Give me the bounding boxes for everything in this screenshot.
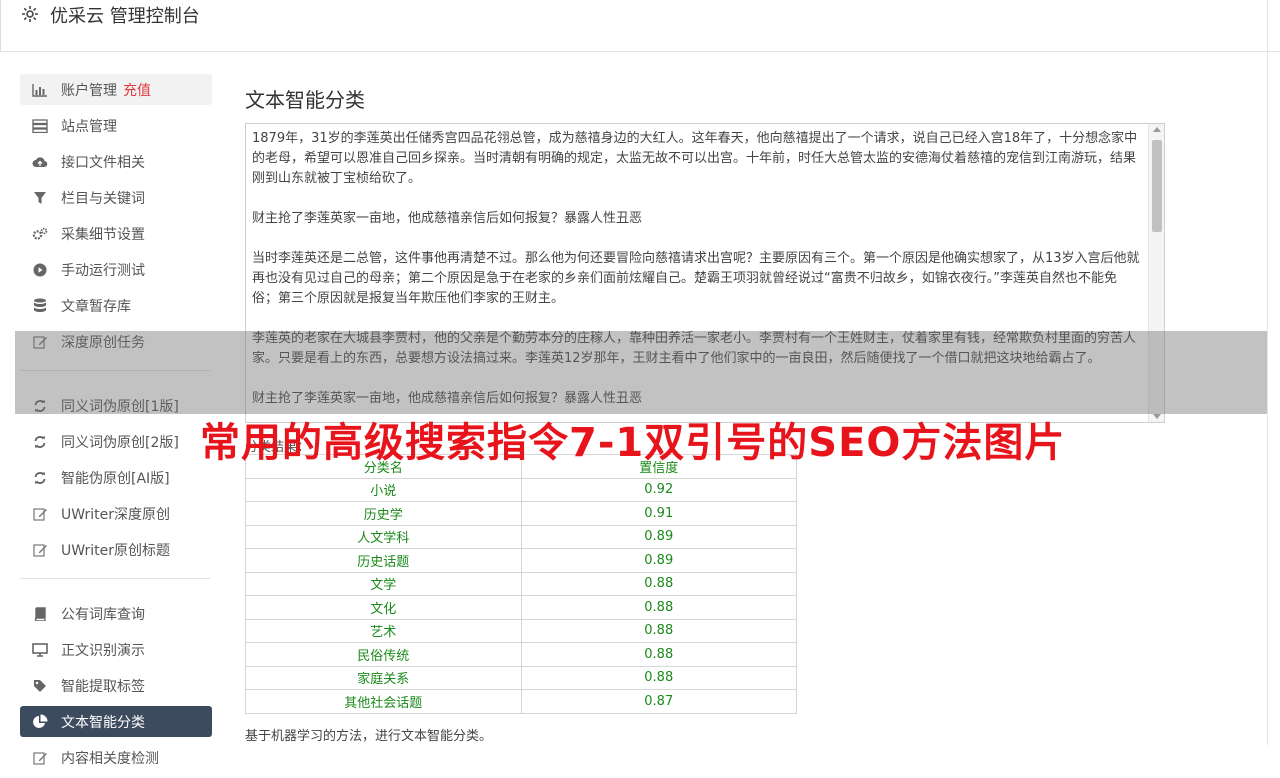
sidebar-item-label: 采集细节设置 <box>61 226 145 243</box>
edit-icon <box>32 750 48 766</box>
confidence-cell: 0.89 <box>520 548 797 573</box>
table-row: 民俗传统 0.88 <box>245 642 797 667</box>
sidebar-item-label: 文章暂存库 <box>61 298 131 315</box>
recharge-link[interactable]: 充值 <box>123 80 151 100</box>
sidebar-item-ai-rewrite[interactable]: 智能伪原创[AI版] <box>20 462 212 493</box>
refresh-icon <box>32 434 48 450</box>
sidebar-item-label: 接口文件相关 <box>61 154 145 171</box>
sidebar-item-label: 站点管理 <box>61 118 117 135</box>
text-paragraph: 1879年，31岁的李莲英出任储秀宫四品花翎总管，成为慈禧身边的大红人。这年春天… <box>252 131 1138 186</box>
server-icon <box>32 118 48 134</box>
confidence-cell: 0.88 <box>520 595 797 620</box>
confidence-cell: 0.89 <box>520 524 797 549</box>
sidebar-item-public-lexicon[interactable]: 公有词库查询 <box>20 598 212 629</box>
app-title: 优采云 管理控制台 <box>50 6 200 27</box>
category-cell: 历史话题 <box>245 548 522 573</box>
refresh-icon <box>32 470 48 486</box>
sidebar-item-label: 公有词库查询 <box>61 606 145 623</box>
frame-border-left <box>0 0 1 52</box>
pie-chart-icon <box>32 714 48 730</box>
category-cell: 人文学科 <box>245 524 522 549</box>
sidebar-item-manual-run[interactable]: 手动运行测试 <box>20 254 212 285</box>
filter-icon <box>32 190 48 206</box>
sidebar-item-synonym-v2[interactable]: 同义词伪原创[2版] <box>20 426 212 457</box>
overlay-band <box>15 331 1267 414</box>
confidence-cell: 0.91 <box>520 501 797 526</box>
table-row: 艺术 0.88 <box>245 618 797 643</box>
text-paragraph: 当时李莲英还是二总管，这件事他再清楚不过。那么他为何还要冒险向慈禧请求出宫呢？主… <box>252 251 1140 306</box>
cloud-upload-icon <box>32 154 48 170</box>
sidebar-item-label: 同义词伪原创[2版] <box>61 434 179 451</box>
category-cell: 其他社会话题 <box>245 689 522 714</box>
page-title: 文本智能分类 <box>245 88 365 112</box>
confidence-cell: 0.88 <box>520 665 797 690</box>
top-bar: 优采云 管理控制台 <box>0 0 1280 745</box>
sidebar-item-tag-extract[interactable]: 智能提取标签 <box>20 670 212 701</box>
sidebar-item-interface-files[interactable]: 接口文件相关 <box>20 146 212 177</box>
category-cell: 家庭关系 <box>245 665 522 690</box>
sidebar-item-label: 智能伪原创[AI版] <box>61 470 170 487</box>
tag-icon <box>32 678 48 694</box>
sidebar-item-columns-keywords[interactable]: 栏目与关键词 <box>20 182 212 213</box>
scroll-up-icon[interactable] <box>1153 127 1161 132</box>
database-icon <box>32 298 48 314</box>
sidebar-divider <box>20 578 210 579</box>
scroll-thumb[interactable] <box>1152 140 1162 232</box>
sidebar-item-label: 内容相关度检测 <box>61 750 159 767</box>
sidebar-item-body-recognition[interactable]: 正文识别演示 <box>20 634 212 665</box>
sidebar-item-label: 正文识别演示 <box>61 642 145 659</box>
category-cell: 文化 <box>245 595 522 620</box>
sidebar-item-collect-settings[interactable]: 采集细节设置 <box>20 218 212 249</box>
bar-chart-icon <box>32 82 48 98</box>
gear-icon[interactable] <box>20 4 40 24</box>
sidebar-item-label: UWriter原创标题 <box>61 542 170 559</box>
category-cell: 民俗传统 <box>245 642 522 667</box>
category-cell: 小说 <box>245 477 522 502</box>
sidebar-item-label: UWriter深度原创 <box>61 506 170 523</box>
sidebar-item-label: 账户管理 <box>61 82 117 99</box>
table-row: 历史学 0.91 <box>245 501 797 526</box>
table-row: 文学 0.88 <box>245 571 797 596</box>
sidebar-item-label: 栏目与关键词 <box>61 190 145 207</box>
confidence-cell: 0.92 <box>520 477 797 502</box>
sidebar-item-relevance-check[interactable]: 内容相关度检测 <box>20 742 212 773</box>
book-icon <box>32 606 48 622</box>
sidebar-item-sites[interactable]: 站点管理 <box>20 110 212 141</box>
table-row: 家庭关系 0.88 <box>245 665 797 690</box>
main-content: 文本智能分类 1879年，31岁的李莲英出任储秀宫四品花翎总管，成为慈禧身边的大… <box>245 84 1165 744</box>
sidebar-item-article-store[interactable]: 文章暂存库 <box>20 290 212 321</box>
table-row: 其他社会话题 0.87 <box>245 689 797 714</box>
edit-icon <box>32 506 48 522</box>
table-row: 文化 0.88 <box>245 595 797 620</box>
sidebar-item-label: 文本智能分类 <box>61 714 145 731</box>
table-row: 人文学科 0.89 <box>245 524 797 549</box>
confidence-cell: 0.88 <box>520 642 797 667</box>
play-circle-icon <box>32 262 48 278</box>
sidebar-item-label: 手动运行测试 <box>61 262 145 279</box>
confidence-cell: 0.87 <box>520 689 797 714</box>
scroll-down-icon[interactable] <box>1153 414 1161 419</box>
watermark-caption: 常用的高级搜索指令7-1双引号的SEO方法图片 <box>200 420 1066 466</box>
classification-table: 分类名 置信度 小说 0.92 历史学 0.91 人文学科 0.89 历史话题 0.89… <box>245 454 797 714</box>
frame-border-right <box>1267 0 1268 745</box>
sidebar-item-label: 智能提取标签 <box>61 678 145 695</box>
description-text: 基于机器学习的方法，进行文本智能分类。 <box>245 729 493 744</box>
category-cell: 艺术 <box>245 618 522 643</box>
table-row: 小说 0.92 <box>245 477 797 502</box>
monitor-icon <box>32 642 48 658</box>
sidebar-item-uwriter-title[interactable]: UWriter原创标题 <box>20 534 212 565</box>
text-paragraph: 财主抢了李莲英家一亩地，他成慈禧亲信后如何报复？暴露人性丑恶 <box>252 211 643 226</box>
category-cell: 历史学 <box>245 501 522 526</box>
confidence-cell: 0.88 <box>520 618 797 643</box>
table-row: 历史话题 0.89 <box>245 548 797 573</box>
sidebar: 账户管理 充值 站点管理 接口文件相关 栏目与关键词 采集细节设置 手动运行测试… <box>20 74 212 778</box>
category-cell: 文学 <box>245 571 522 596</box>
confidence-cell: 0.88 <box>520 571 797 596</box>
sidebar-item-account[interactable]: 账户管理 充值 <box>20 74 212 105</box>
sidebar-item-text-classification[interactable]: 文本智能分类 <box>20 706 212 737</box>
sidebar-item-uwriter-deep[interactable]: UWriter深度原创 <box>20 498 212 529</box>
edit-icon <box>32 542 48 558</box>
gears-icon <box>32 226 48 242</box>
